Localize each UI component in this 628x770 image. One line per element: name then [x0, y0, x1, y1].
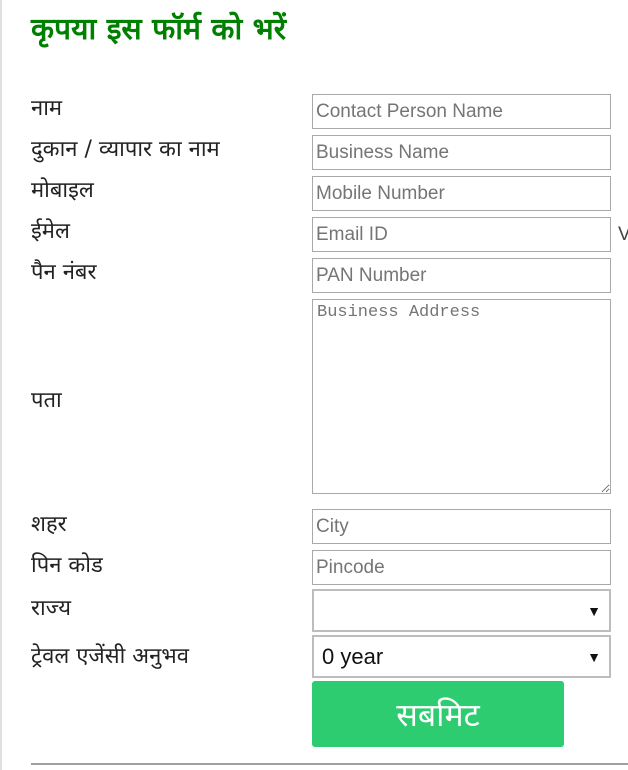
pincode-label: पिन कोड — [31, 553, 103, 578]
experience-select[interactable]: 0 year ▼ — [312, 635, 611, 678]
pincode-input[interactable] — [312, 550, 611, 585]
city-input[interactable] — [312, 509, 611, 544]
bottom-divider — [31, 763, 628, 765]
experience-selected-value: 0 year — [322, 643, 384, 669]
pan-label: पैन नंबर — [31, 260, 97, 285]
contact-name-input[interactable] — [312, 94, 611, 129]
pan-input[interactable] — [312, 258, 611, 293]
state-label: राज्य — [31, 596, 72, 621]
mobile-label: मोबाइल — [31, 178, 94, 203]
chevron-down-icon: ▼ — [587, 602, 601, 619]
submit-button[interactable]: सबमिट — [312, 681, 564, 747]
chevron-down-icon: ▼ — [587, 648, 601, 665]
form-title: कृपया इस फॉर्म को भरें — [31, 12, 287, 47]
name-label: नाम — [31, 96, 63, 121]
email-suffix-text: V — [618, 224, 628, 245]
business-name-label: दुकान / व्यापार का नाम — [31, 137, 220, 162]
left-border — [0, 0, 2, 770]
email-input[interactable] — [312, 217, 611, 252]
experience-label: ट्रेवल एजेंसी अनुभव — [31, 644, 189, 669]
state-select[interactable]: ▼ — [312, 589, 611, 632]
city-label: शहर — [31, 512, 67, 537]
address-label: पता — [31, 388, 62, 413]
mobile-input[interactable] — [312, 176, 611, 211]
business-name-input[interactable] — [312, 135, 611, 170]
email-label: ईमेल — [31, 219, 70, 244]
address-textarea[interactable] — [312, 299, 611, 494]
